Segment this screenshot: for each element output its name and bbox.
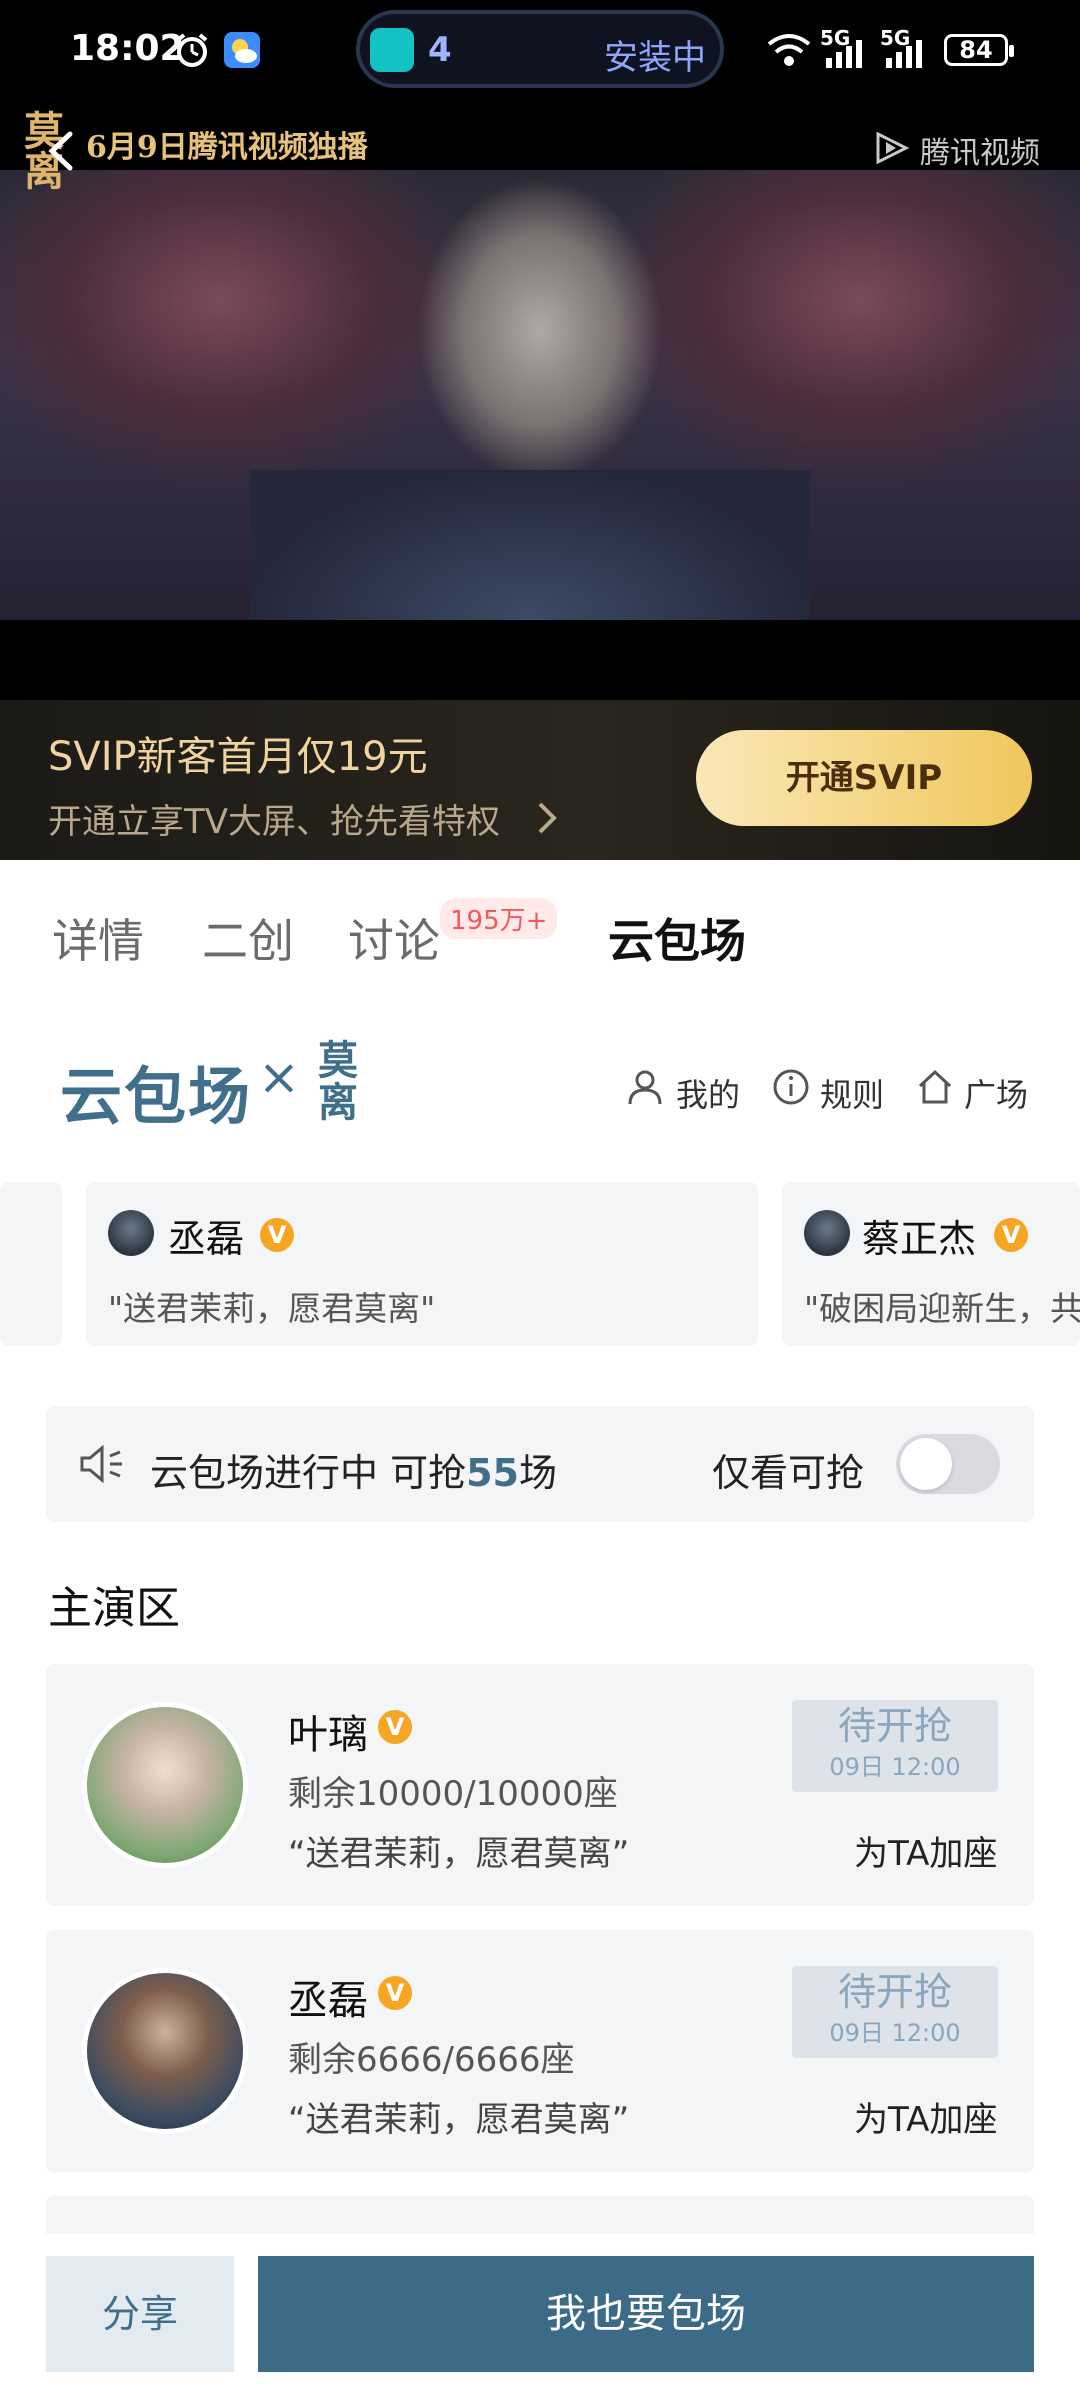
alarm-icon bbox=[176, 33, 208, 67]
available-count: 55 bbox=[466, 1451, 519, 1495]
app-icon bbox=[370, 28, 414, 72]
user-icon[interactable] bbox=[626, 1068, 664, 1106]
verified-badge: V bbox=[378, 1710, 412, 1744]
svip-title: SVIP新客首月仅19元 bbox=[48, 734, 428, 780]
signal-icon bbox=[826, 40, 862, 68]
pending-grab-status: 待开抢 09日 12:00 bbox=[792, 1700, 998, 1792]
toggle-knob[interactable] bbox=[900, 1438, 952, 1490]
tab-fan-creations[interactable]: 二创 bbox=[202, 905, 294, 971]
status-time: 18:02 bbox=[70, 28, 185, 69]
tab-discussion[interactable]: 讨论 bbox=[348, 905, 440, 971]
add-seat-button[interactable]: 为TA加座 bbox=[854, 2092, 997, 2141]
tab-details[interactable]: 详情 bbox=[52, 905, 144, 971]
video-scene bbox=[250, 470, 810, 620]
info-icon[interactable] bbox=[772, 1068, 810, 1106]
star-quote: “送君茉莉，愿君莫离” bbox=[288, 2100, 630, 2140]
celebrity-card-partial[interactable] bbox=[0, 1182, 62, 1346]
verified-badge: V bbox=[260, 1218, 294, 1252]
star-name: 丞磊 bbox=[288, 1978, 368, 2024]
plaza-link[interactable]: 广场 bbox=[964, 1070, 1028, 1116]
avatar bbox=[804, 1210, 850, 1256]
celebrity-name: 蔡正杰 bbox=[862, 1217, 977, 1261]
download-count: 4 bbox=[428, 30, 452, 70]
star-quote: “送君茉莉，愿君莫离” bbox=[288, 1834, 630, 1874]
speaker-icon bbox=[80, 1444, 122, 1484]
svip-subtitle[interactable]: 开通立享TV大屏、抢先看特权 bbox=[48, 794, 500, 843]
grab-state: 待开抢 bbox=[837, 1704, 952, 1748]
only-available-label: 仅看可抢 bbox=[712, 1451, 865, 1495]
section-title: 主演区 bbox=[48, 1583, 180, 1634]
celebrity-quote: "送君茉莉，愿君莫离" bbox=[108, 1289, 436, 1328]
chevron-right-icon bbox=[538, 802, 557, 834]
tab-cloud-booking[interactable]: 云包场 bbox=[608, 905, 746, 971]
remaining-seats: 剩余10000/10000座 bbox=[288, 1774, 618, 1814]
avatar bbox=[82, 1968, 248, 2134]
grab-time: 09日 12:00 bbox=[829, 1753, 961, 1781]
promo-text: 6月9日腾讯视频独播 bbox=[86, 130, 368, 165]
home-icon[interactable] bbox=[916, 1068, 954, 1106]
battery-indicator: 84 bbox=[944, 34, 1014, 66]
drama-title-logo: 莫离 bbox=[318, 1037, 358, 1126]
open-svip-button[interactable]: 开通SVIP bbox=[696, 730, 1032, 826]
grab-state: 待开抢 bbox=[837, 1970, 952, 2014]
discussion-count-badge: 195万+ bbox=[440, 898, 558, 939]
cloud-booking-logo: 云包场 bbox=[60, 1060, 253, 1133]
wifi-icon bbox=[767, 34, 811, 66]
grab-time: 09日 12:00 bbox=[829, 2019, 961, 2047]
avatar bbox=[82, 1702, 248, 1868]
verified-badge: V bbox=[378, 1976, 412, 2010]
download-status: 安装中 bbox=[604, 38, 706, 78]
remaining-seats: 剩余6666/6666座 bbox=[288, 2040, 575, 2080]
avatar bbox=[108, 1210, 154, 1256]
booking-status-text: 云包场进行中 可抢55场 bbox=[150, 1442, 557, 1497]
back-arrow-icon[interactable] bbox=[40, 128, 86, 174]
signal-icon bbox=[886, 40, 922, 68]
status-suffix: 场 bbox=[518, 1451, 557, 1495]
verified-badge: V bbox=[994, 1218, 1028, 1252]
status-prefix: 云包场进行中 可抢 bbox=[150, 1451, 467, 1495]
celebrity-quote: "破困局迎新生，共 bbox=[804, 1289, 1080, 1328]
share-button[interactable]: 分享 bbox=[46, 2256, 234, 2372]
weather-icon bbox=[224, 32, 260, 68]
my-link[interactable]: 我的 bbox=[676, 1070, 740, 1116]
book-theater-button[interactable]: 我也要包场 bbox=[258, 2256, 1034, 2372]
tencent-video-watermark: 腾讯视频 bbox=[920, 136, 1040, 171]
rules-link[interactable]: 规则 bbox=[820, 1070, 884, 1116]
celebrity-name: 丞磊 bbox=[168, 1217, 245, 1261]
add-seat-button[interactable]: 为TA加座 bbox=[854, 1826, 997, 1875]
pending-grab-status: 待开抢 09日 12:00 bbox=[792, 1966, 998, 2058]
collab-cross: × bbox=[258, 1048, 300, 1106]
tencent-video-icon bbox=[876, 131, 910, 165]
star-name: 叶璃 bbox=[288, 1712, 368, 1758]
